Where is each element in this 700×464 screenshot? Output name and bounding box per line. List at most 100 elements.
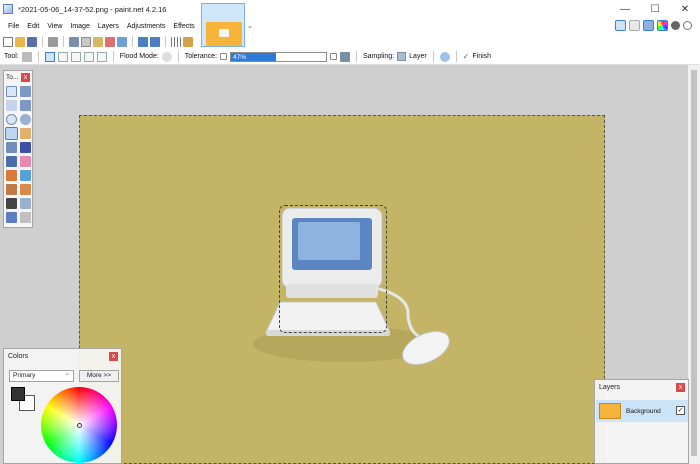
- pencil-tool-icon[interactable]: [6, 170, 17, 181]
- magic-wand-icon[interactable]: [21, 51, 32, 62]
- selection-mode-intersect[interactable]: [96, 51, 107, 62]
- lasso-select-tool-icon[interactable]: [6, 100, 17, 111]
- colors-panel-header: Colors x: [4, 349, 121, 363]
- selection-mode-union[interactable]: [57, 51, 68, 62]
- tolerance-plus-icon[interactable]: [330, 53, 338, 60]
- toolbar-separator: [63, 36, 64, 47]
- vertical-scrollbar[interactable]: [688, 65, 700, 464]
- paintbrush-tool-icon[interactable]: [6, 156, 17, 167]
- paint-bucket-tool-icon[interactable]: [6, 142, 17, 153]
- app-icon: [3, 4, 13, 14]
- pan-tool-icon[interactable]: [20, 128, 31, 139]
- toolbar-separator: [42, 36, 43, 47]
- gradient-tool-icon[interactable]: [20, 142, 31, 153]
- ellipse-select-tool-icon[interactable]: [6, 114, 17, 125]
- scrollbar-thumb[interactable]: [691, 70, 697, 456]
- sampling-label: Sampling:: [363, 53, 395, 60]
- finish-button[interactable]: Finish: [472, 53, 491, 60]
- shapes-tool-icon[interactable]: [6, 212, 17, 223]
- open-file-icon[interactable]: [15, 36, 25, 47]
- colors-icon[interactable]: [657, 20, 668, 31]
- color-wheel-cursor[interactable]: [77, 423, 82, 428]
- finish-check-icon[interactable]: ✓: [463, 52, 470, 61]
- toolbar-separator: [132, 36, 133, 47]
- image-list-dropdown[interactable]: ⌄: [247, 22, 253, 30]
- menu-adjustments[interactable]: Adjustments: [123, 23, 170, 30]
- layers-panel-title: Layers: [599, 384, 621, 391]
- cut-icon[interactable]: [69, 36, 79, 47]
- menu-file[interactable]: File: [4, 23, 23, 30]
- tools-panel: To... x: [3, 70, 33, 228]
- selection-mode-replace[interactable]: [44, 51, 55, 62]
- tolerance-minus-icon[interactable]: [220, 53, 228, 60]
- selection-quality-icon[interactable]: [439, 51, 450, 62]
- layers-panel-close-button[interactable]: x: [676, 383, 685, 392]
- clone-stamp-tool-icon[interactable]: [6, 184, 17, 195]
- move-selection-tool-icon[interactable]: [20, 100, 31, 111]
- menu-edit[interactable]: Edit: [23, 23, 43, 30]
- color-mode-select[interactable]: Primary: [9, 369, 74, 382]
- new-file-icon[interactable]: [3, 36, 13, 47]
- color-wheel[interactable]: [41, 387, 117, 463]
- more-colors-button[interactable]: More >>: [79, 370, 119, 382]
- sampling-value[interactable]: Layer: [409, 53, 427, 60]
- flood-mode-icon[interactable]: [161, 51, 172, 62]
- selection-mode-exclude[interactable]: [70, 51, 81, 62]
- toolbar-separator: [37, 51, 39, 62]
- redo-icon[interactable]: [150, 36, 160, 47]
- tools-grid: [4, 83, 32, 226]
- selection-mode-xor[interactable]: [83, 51, 94, 62]
- toolbar-separator: [177, 51, 179, 62]
- line-curve-tool-icon[interactable]: [20, 198, 31, 209]
- recolor-tool-icon[interactable]: [20, 184, 31, 195]
- main-toolbar: [0, 34, 700, 49]
- layer-visibility-checkbox[interactable]: ✓: [676, 406, 685, 415]
- minimize-button[interactable]: —: [610, 0, 640, 18]
- image-canvas[interactable]: [79, 115, 605, 464]
- menu-view[interactable]: View: [43, 23, 66, 30]
- more-shapes-icon[interactable]: [20, 212, 31, 223]
- grid-icon[interactable]: [171, 36, 181, 47]
- save-icon[interactable]: [27, 36, 37, 47]
- tools-panel-close-button[interactable]: x: [21, 72, 30, 82]
- antialiasing-icon[interactable]: [340, 51, 351, 62]
- toolbar-separator: [356, 51, 358, 62]
- tools-panel-header: To... x: [4, 71, 32, 83]
- zoom-tool-icon[interactable]: [20, 114, 31, 125]
- menu-effects[interactable]: Effects: [169, 23, 198, 30]
- tolerance-slider[interactable]: 47%: [230, 51, 328, 62]
- colors-panel-close-button[interactable]: x: [109, 351, 118, 361]
- layers-icon[interactable]: [643, 20, 654, 31]
- utility-icons: [615, 20, 692, 31]
- title-bar: *2021-05-06_14-37-52.png - paint.net 4.2…: [0, 0, 700, 18]
- close-button[interactable]: ✕: [670, 0, 700, 18]
- help-icon[interactable]: [683, 21, 692, 30]
- primary-color-swatch[interactable]: [11, 387, 25, 401]
- deselect-icon[interactable]: [117, 36, 127, 47]
- paste-icon[interactable]: [93, 36, 103, 47]
- move-selected-tool-icon[interactable]: [20, 86, 31, 97]
- window-controls: — ☐ ✕: [610, 0, 700, 18]
- history-icon[interactable]: [629, 20, 640, 31]
- tools-toggle-icon[interactable]: [615, 20, 626, 31]
- copy-icon[interactable]: [81, 36, 91, 47]
- settings-gear-icon[interactable]: [671, 21, 680, 30]
- crop-icon[interactable]: [105, 36, 115, 47]
- rulers-icon[interactable]: [183, 36, 193, 47]
- layer-row-background[interactable]: Background ✓: [596, 400, 688, 422]
- undo-icon[interactable]: [138, 36, 148, 47]
- print-icon[interactable]: [48, 36, 58, 47]
- magic-wand-tool-icon[interactable]: [5, 127, 18, 140]
- rectangle-select-tool-icon[interactable]: [6, 86, 17, 97]
- eraser-tool-icon[interactable]: [20, 156, 31, 167]
- colors-panel-title: Colors: [8, 352, 29, 360]
- text-tool-icon[interactable]: [6, 198, 17, 209]
- toolbar-separator: [165, 36, 166, 47]
- layers-panel: Layers x Background ✓: [594, 379, 689, 464]
- menu-layers[interactable]: Layers: [94, 23, 123, 30]
- colors-panel: Colors x Primary More >>: [3, 348, 122, 464]
- sampling-layer-icon: [397, 52, 407, 61]
- color-picker-tool-icon[interactable]: [20, 170, 31, 181]
- maximize-button[interactable]: ☐: [640, 0, 670, 18]
- menu-image[interactable]: Image: [66, 23, 93, 30]
